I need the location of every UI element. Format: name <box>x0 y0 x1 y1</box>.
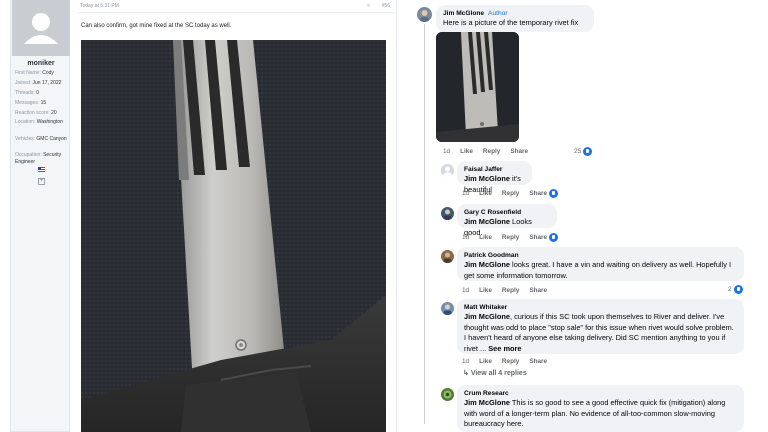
share-button[interactable]: Share <box>529 287 547 294</box>
comment-author: Jim McGlone <box>443 10 485 17</box>
door-sill-photo <box>81 40 386 432</box>
us-flag-icon <box>38 167 45 172</box>
comment-bubble: Matt Whitaker Jim McGlone, curious if th… <box>457 299 744 354</box>
comment-bubble: Patrick Goodman Jim McGlone looks great.… <box>457 247 744 281</box>
like-button[interactable]: Like <box>460 148 473 155</box>
post-timestamp[interactable]: Today at 5:31 PM <box>80 3 119 9</box>
user-sidebar: moniker First Name: Cody Joined: Jun 17,… <box>10 0 70 432</box>
reply-button[interactable]: Reply <box>502 190 519 197</box>
reply-button[interactable]: Reply <box>502 234 519 241</box>
comment-time[interactable]: 1d <box>443 148 450 155</box>
comment-actions: 1d Like Reply Share <box>462 358 557 365</box>
reaction-count[interactable]: 2 <box>728 285 743 294</box>
comment-bubble-main: Jim McGlone Author Here is a picture of t… <box>436 5 594 32</box>
mention-link[interactable]: Jim McGlone <box>464 312 510 321</box>
avatar[interactable] <box>417 7 432 22</box>
post-body: Can also confirm, got mine fixed at the … <box>81 23 232 29</box>
share-button[interactable]: Share <box>529 190 547 197</box>
author-badge: Author <box>488 10 508 17</box>
username[interactable]: moniker <box>11 60 71 67</box>
stat-location: Location: Washington <box>15 119 63 125</box>
comment-actions: 1d Like Reply Share <box>462 190 557 197</box>
mention-link[interactable]: Jim McGlone <box>464 174 510 183</box>
stat-messages: Messages: 15 <box>15 100 47 106</box>
comment-photo[interactable] <box>436 32 519 142</box>
reply-button[interactable]: Reply <box>483 148 500 155</box>
comment-actions-main: 1d Like Reply Share <box>443 148 538 155</box>
stat-vehicles: Vehicles: GMC Canyon <box>15 136 67 142</box>
comment-bubble: Faisal Jaffer Jim McGlone it's beautiful <box>457 161 532 194</box>
like-reaction-icon[interactable] <box>549 189 558 198</box>
like-reaction-icon[interactable] <box>549 233 558 242</box>
like-reaction-icon <box>583 147 593 156</box>
like-button[interactable]: Like <box>479 234 492 241</box>
comment-text: Here is a picture of the temporary rivet… <box>443 18 579 27</box>
avatar[interactable] <box>441 207 454 220</box>
stat-occupation: Occupation: Security Engineer <box>15 152 62 165</box>
like-reaction-icon <box>733 285 743 294</box>
post-meta: Today at 5:31 PM < #56 <box>80 3 392 11</box>
avatar[interactable] <box>441 250 454 263</box>
comment-time[interactable]: 1d <box>462 287 469 294</box>
stat-reaction-score: Reaction score: 20 <box>15 110 57 116</box>
comment-time[interactable]: 1d <box>462 234 469 241</box>
thread-line <box>424 24 425 424</box>
mention-link[interactable]: Jim McGlone <box>464 398 510 407</box>
reaction-count[interactable]: 25 <box>574 147 593 156</box>
comment-author[interactable]: Crum Researc <box>464 389 737 398</box>
forum-panel: moniker First Name: Cody Joined: Jun 17,… <box>0 0 397 432</box>
mention-link[interactable]: Jim McGlone <box>464 217 510 226</box>
comment-author[interactable]: Matt Whitaker <box>464 303 737 312</box>
reply-button[interactable]: Reply <box>502 287 519 294</box>
stat-joined: Joined: Jun 17, 2022 <box>15 80 62 86</box>
like-button[interactable]: Like <box>479 190 492 197</box>
expand-icon[interactable]: + <box>38 178 45 185</box>
comment-time[interactable]: 1d <box>462 190 469 197</box>
comment-actions: 1d Like Reply Share <box>462 287 557 294</box>
reply-arrow-icon: ↳ <box>463 370 471 377</box>
mention-link[interactable]: Jim McGlone <box>464 260 510 269</box>
like-button[interactable]: Like <box>479 287 492 294</box>
share-button[interactable]: Share <box>529 358 547 365</box>
like-button[interactable]: Like <box>479 358 492 365</box>
avatar[interactable] <box>441 164 454 177</box>
user-avatar[interactable] <box>12 0 70 56</box>
see-more-link[interactable]: See more <box>488 344 521 353</box>
post-number[interactable]: #56 <box>382 3 390 9</box>
comment-bubble: Crum Researc Jim McGlone This is so good… <box>457 385 744 432</box>
stat-threads: Threads: 0 <box>15 90 39 96</box>
comment-author[interactable]: Gary C Rosenfield <box>464 208 550 217</box>
post-image[interactable] <box>81 40 386 432</box>
comment-bubble: Gary C Rosenfield Jim McGlone Looks good… <box>457 204 557 237</box>
share-icon[interactable]: < <box>367 3 370 9</box>
divider <box>78 12 394 13</box>
reply-button[interactable]: Reply <box>502 358 519 365</box>
share-button[interactable]: Share <box>510 148 528 155</box>
default-avatar-icon <box>24 13 58 44</box>
comment-author[interactable]: Faisal Jaffer <box>464 165 525 174</box>
comment-time[interactable]: 1d <box>462 358 469 365</box>
view-replies-link[interactable]: ↳ View all 4 replies <box>463 369 527 377</box>
rivet-photo <box>436 32 519 142</box>
share-button[interactable]: Share <box>529 234 547 241</box>
avatar[interactable] <box>441 388 454 401</box>
avatar[interactable] <box>441 302 454 315</box>
stat-first-name: First Name: Cody <box>15 70 54 76</box>
comment-actions: 1d Like Reply Share <box>462 234 557 241</box>
comment-author[interactable]: Patrick Goodman <box>464 251 737 260</box>
